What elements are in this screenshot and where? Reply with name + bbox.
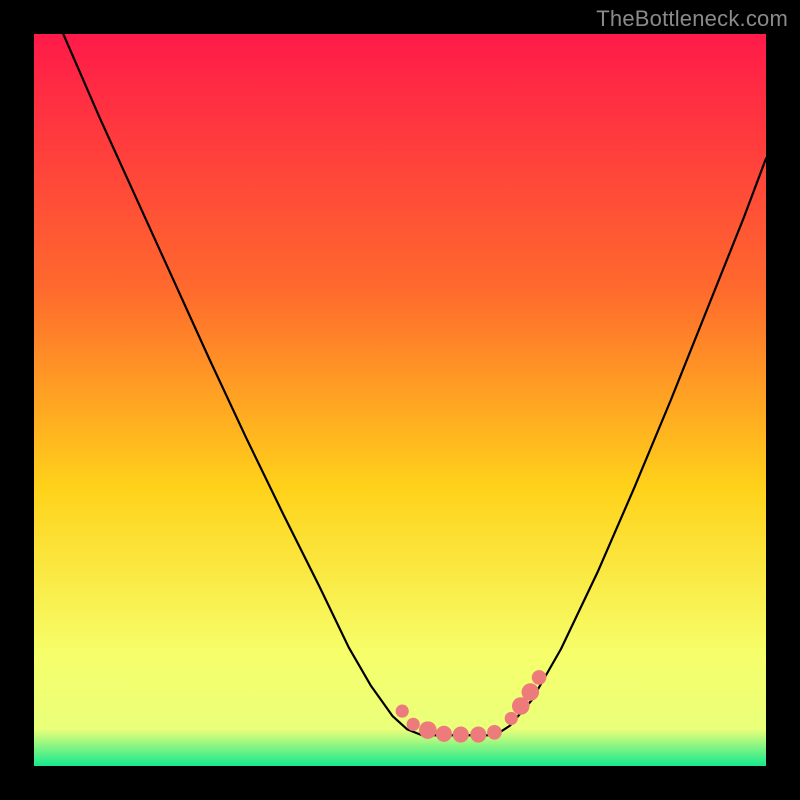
valley-marker bbox=[407, 718, 420, 731]
chart-svg bbox=[34, 34, 766, 766]
valley-marker bbox=[470, 726, 486, 742]
valley-marker bbox=[505, 712, 518, 725]
chart-frame: TheBottleneck.com bbox=[0, 0, 800, 800]
watermark-text: TheBottleneck.com bbox=[596, 6, 788, 32]
valley-marker bbox=[419, 721, 437, 739]
plot-area bbox=[34, 34, 766, 766]
valley-marker bbox=[436, 726, 452, 742]
valley-marker bbox=[396, 705, 409, 718]
valley-marker bbox=[522, 683, 540, 701]
gradient-background bbox=[34, 34, 766, 766]
valley-marker bbox=[487, 725, 502, 740]
valley-marker bbox=[453, 726, 469, 742]
valley-marker bbox=[532, 670, 547, 685]
